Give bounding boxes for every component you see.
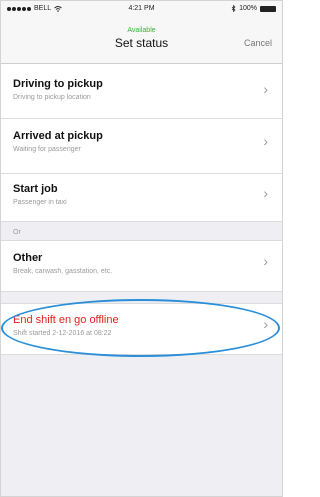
page-title: Set status <box>114 36 169 50</box>
status-option-driving[interactable]: Driving to pickup Driving to pickup loca… <box>1 64 282 119</box>
battery-percent: 100% <box>239 5 257 12</box>
option-subtitle: Waiting for passenger <box>13 146 81 153</box>
chevron-right-icon: › <box>263 133 268 149</box>
status-option-other[interactable]: Other Break, carwash, gasstation, etc. › <box>1 240 282 292</box>
option-title: Other <box>13 252 43 264</box>
option-subtitle: Break, carwash, gasstation, etc. <box>13 268 113 275</box>
option-title: Start job <box>13 183 58 195</box>
option-subtitle: Passenger in taxi <box>13 199 67 206</box>
availability-status: Available <box>127 27 156 34</box>
status-bar: BELL 4:21 PM 100% <box>1 1 282 19</box>
battery-group: 100% <box>231 5 276 12</box>
phone-screen: BELL 4:21 PM 100% Available Set status C… <box>0 0 283 497</box>
separator-label: Or <box>13 229 21 236</box>
highlight-ellipse <box>1 299 280 357</box>
chevron-right-icon: › <box>263 253 268 269</box>
battery-icon <box>260 5 276 12</box>
status-option-start-job[interactable]: Start job Passenger in taxi › <box>1 174 282 222</box>
status-option-arrived[interactable]: Arrived at pickup Waiting for passenger … <box>1 119 282 174</box>
chevron-right-icon: › <box>263 81 268 97</box>
option-title: Driving to pickup <box>13 78 103 90</box>
option-title: Arrived at pickup <box>13 130 103 142</box>
option-subtitle: Driving to pickup location <box>13 94 91 101</box>
bluetooth-icon <box>231 5 236 12</box>
cancel-button[interactable]: Cancel <box>244 38 272 48</box>
chevron-right-icon: › <box>263 185 268 201</box>
nav-bar: Available Set status Cancel <box>1 19 282 64</box>
